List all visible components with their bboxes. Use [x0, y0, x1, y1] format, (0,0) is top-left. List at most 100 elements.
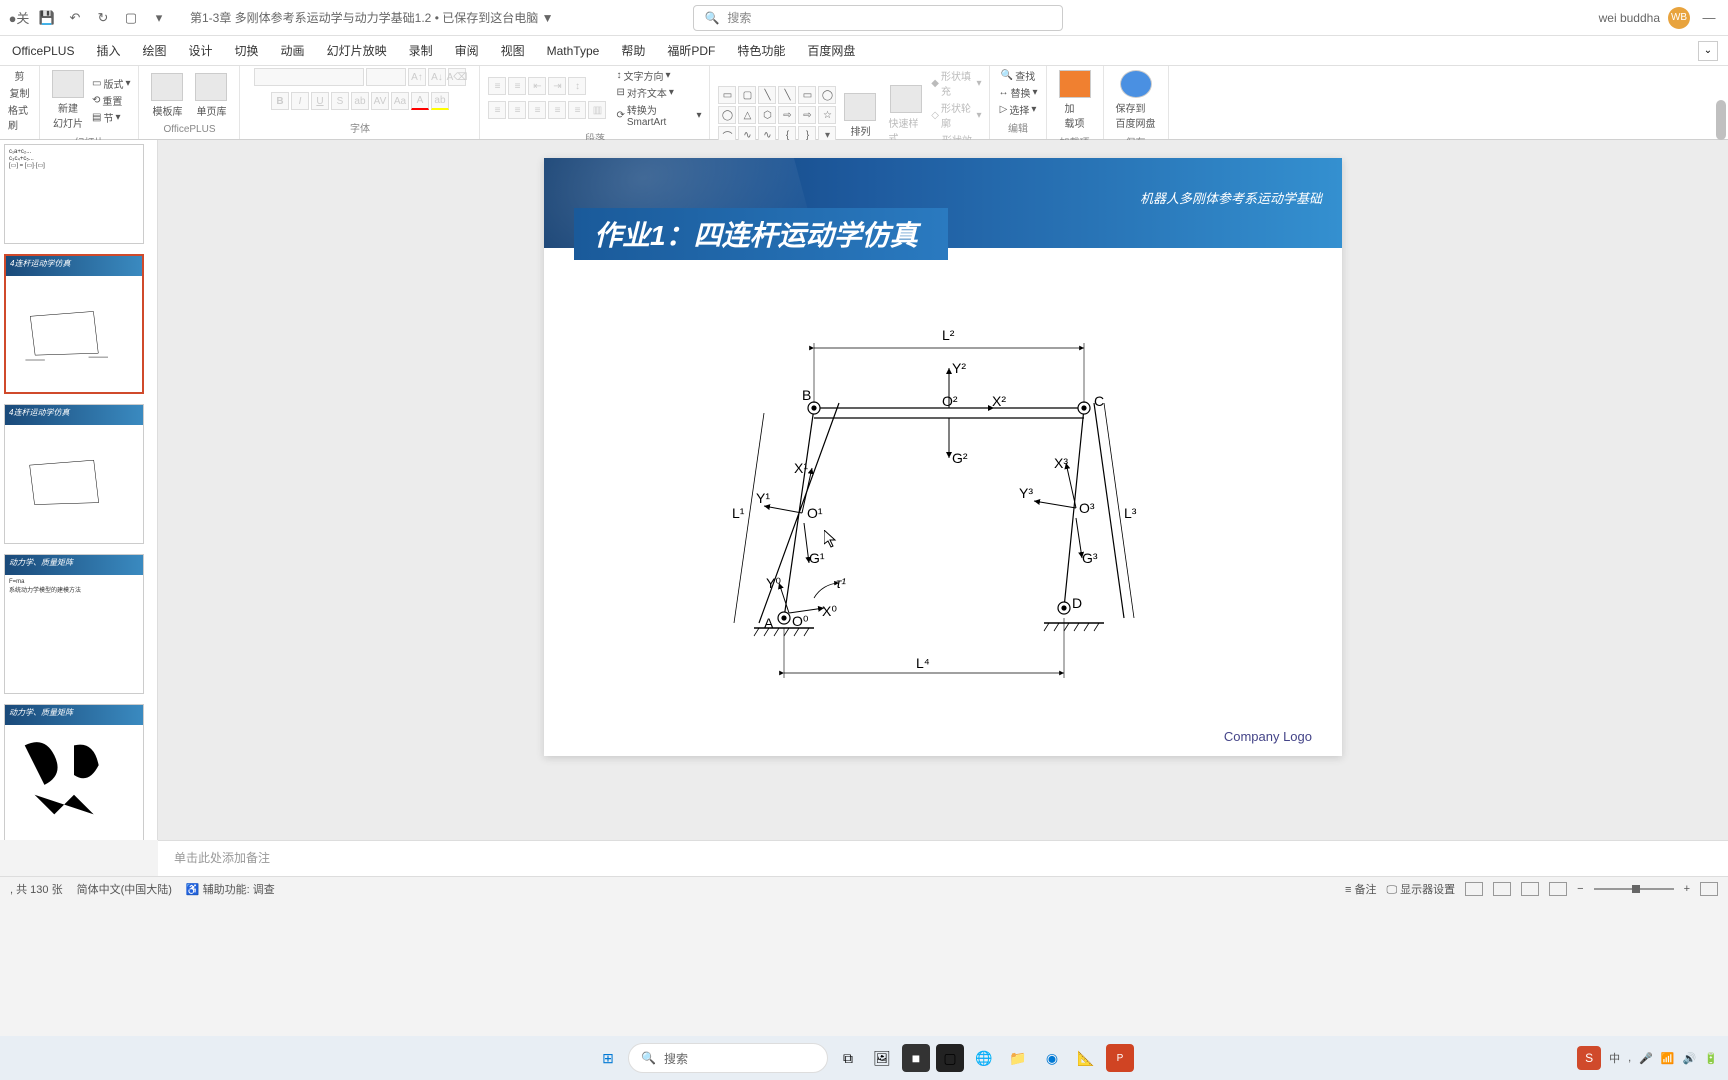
zoom-slider[interactable]	[1594, 888, 1674, 890]
select-button[interactable]: ▷ 选择 ▾	[1000, 102, 1037, 117]
tab-baidu[interactable]: 百度网盘	[805, 38, 857, 63]
cut-button[interactable]: 剪	[15, 68, 25, 83]
ribbon-collapse-button[interactable]: ⌄	[1698, 41, 1718, 61]
taskbar-app-2[interactable]: ■	[902, 1044, 930, 1072]
font-family-select[interactable]	[254, 68, 364, 86]
single-page-button[interactable]: 单页库	[191, 71, 231, 120]
user-avatar[interactable]: WB	[1668, 7, 1690, 29]
taskbar-app-5[interactable]: 📁	[1004, 1044, 1032, 1072]
template-lib-button[interactable]: 模板库	[147, 71, 187, 120]
autosave-toggle[interactable]: ●关	[8, 7, 30, 29]
accessibility-status[interactable]: ♿ 辅助功能: 调查	[186, 881, 275, 897]
format-painter-button[interactable]: 格式刷	[8, 102, 31, 132]
text-direction-button[interactable]: ↕ 文字方向 ▾	[616, 68, 701, 83]
layout-button[interactable]: ▭ 版式 ▾	[92, 76, 130, 91]
tab-transitions[interactable]: 切换	[233, 38, 261, 63]
taskbar-app-matlab[interactable]: 📐	[1072, 1044, 1100, 1072]
tab-review[interactable]: 审阅	[453, 38, 481, 63]
reset-button[interactable]: ⟲ 重置	[92, 93, 130, 108]
qat-more-icon[interactable]: ▾	[148, 7, 170, 29]
bullets-button[interactable]: ≡	[488, 77, 506, 95]
thumbnail-slide[interactable]: 4连杆运动学仿真	[4, 404, 144, 544]
display-settings-button[interactable]: 🖵 显示器设置	[1386, 881, 1455, 897]
slideshow-icon[interactable]: ▢	[120, 7, 142, 29]
taskbar-app-3[interactable]: ▢	[936, 1044, 964, 1072]
taskbar-app-powerpoint[interactable]: P	[1106, 1044, 1134, 1072]
sorter-view-button[interactable]	[1493, 882, 1511, 896]
tray-battery-icon[interactable]: 🔋	[1704, 1052, 1718, 1065]
align-center-button[interactable]: ≡	[508, 101, 526, 119]
save-baidu-button[interactable]: 保存到 百度网盘	[1112, 68, 1160, 132]
thumbnail-slide[interactable]: 动力学、质量矩阵	[4, 704, 144, 840]
find-button[interactable]: 🔍 查找	[1001, 68, 1035, 83]
case-button[interactable]: Aa	[391, 92, 409, 110]
italic-button[interactable]: I	[291, 92, 309, 110]
undo-icon[interactable]: ↶	[64, 7, 86, 29]
tray-volume-icon[interactable]: 🔊	[1683, 1052, 1697, 1065]
tab-features[interactable]: 特色功能	[735, 38, 787, 63]
quick-style-button[interactable]: 快速样式	[884, 83, 927, 147]
align-left-button[interactable]: ≡	[488, 101, 506, 119]
slideshow-view-button[interactable]	[1549, 882, 1567, 896]
taskbar-search[interactable]: 🔍 搜索	[628, 1043, 828, 1073]
numbering-button[interactable]: ≡	[508, 77, 526, 95]
distribute-button[interactable]: ≡	[568, 101, 586, 119]
fit-window-button[interactable]	[1700, 882, 1718, 896]
arrange-button[interactable]: 排列	[840, 91, 880, 140]
highlight-button[interactable]: ab	[431, 92, 449, 110]
taskbar-app-1[interactable]: 🖼	[868, 1044, 896, 1072]
align-right-button[interactable]: ≡	[528, 101, 546, 119]
shapes-gallery[interactable]: ▭▢╲╲▭◯ ◯△⬡⇨⇨☆ ⌒∿∿{}▾	[718, 86, 836, 144]
tab-help[interactable]: 帮助	[619, 38, 647, 63]
task-view-button[interactable]: ⧉	[834, 1044, 862, 1072]
increase-font-button[interactable]: A↑	[408, 68, 426, 86]
thumbnail-slide[interactable]: c₁a+c₂...c₃c₄+c₅...[▭] = [▭]·[▭]	[4, 144, 144, 244]
user-name[interactable]: wei buddha	[1599, 11, 1660, 25]
smartart-button[interactable]: ⟳ 转换为 SmartArt ▾	[616, 102, 701, 128]
tray-wifi-icon[interactable]: 📶	[1661, 1052, 1675, 1065]
replace-button[interactable]: ↔ 替换 ▾	[998, 85, 1037, 100]
spacing-button[interactable]: AV	[371, 92, 389, 110]
ime-mode[interactable]: 中	[1609, 1050, 1620, 1066]
tab-design[interactable]: 设计	[187, 38, 215, 63]
redo-icon[interactable]: ↻	[92, 7, 114, 29]
search-input[interactable]: 🔍 搜索	[693, 5, 1063, 31]
normal-view-button[interactable]	[1465, 882, 1483, 896]
indent-inc-button[interactable]: ⇥	[548, 77, 566, 95]
notes-pane[interactable]: 单击此处添加备注	[158, 840, 1728, 876]
notes-toggle[interactable]: ≡ 备注	[1345, 881, 1376, 897]
tab-insert[interactable]: 插入	[94, 38, 122, 63]
taskbar-app-6[interactable]: ◉	[1038, 1044, 1066, 1072]
line-spacing-button[interactable]: ↕	[568, 77, 586, 95]
taskbar-app-4[interactable]: 🌐	[970, 1044, 998, 1072]
tab-foxitpdf[interactable]: 福昕PDF	[665, 38, 717, 63]
start-button[interactable]: ⊞	[594, 1044, 622, 1072]
tab-draw[interactable]: 绘图	[141, 38, 169, 63]
columns-button[interactable]: ▥	[588, 101, 606, 119]
shape-fill-button[interactable]: ◆ 形状填充 ▾	[931, 68, 981, 98]
slide-count[interactable]: , 共 130 张	[10, 881, 63, 897]
strike-button[interactable]: S	[331, 92, 349, 110]
tab-view[interactable]: 视图	[499, 38, 527, 63]
align-text-button[interactable]: ⊟ 对齐文本 ▾	[616, 85, 701, 100]
ime-indicator[interactable]: S	[1577, 1046, 1601, 1070]
font-color-button[interactable]: A	[411, 92, 429, 110]
zoom-out-button[interactable]: −	[1577, 883, 1583, 895]
tab-slideshow[interactable]: 幻灯片放映	[325, 38, 389, 63]
section-button[interactable]: ▤ 节 ▾	[92, 110, 130, 125]
shape-outline-button[interactable]: ◇ 形状轮廓 ▾	[931, 100, 981, 130]
tray-mic-icon[interactable]: 🎤	[1639, 1052, 1653, 1065]
shadow-button[interactable]: ab	[351, 92, 369, 110]
new-slide-button[interactable]: 新建 幻灯片	[48, 68, 88, 132]
document-title[interactable]: 第1-3章 多刚体参考系运动学与动力学基础1.2 • 已保存到这台电脑 ▼	[190, 9, 553, 26]
language-status[interactable]: 简体中文(中国大陆)	[77, 881, 172, 897]
save-icon[interactable]: 💾	[36, 7, 58, 29]
tab-mathtype[interactable]: MathType	[545, 40, 602, 62]
slide-editor-area[interactable]: 机器人多刚体参考系运动学基础 作业1：四连杆运动学仿真	[158, 140, 1728, 840]
tab-record[interactable]: 录制	[407, 38, 435, 63]
thumbnail-slide-selected[interactable]: 4连杆运动学仿真	[4, 254, 144, 394]
zoom-in-button[interactable]: +	[1684, 883, 1690, 895]
current-slide[interactable]: 机器人多刚体参考系运动学基础 作业1：四连杆运动学仿真	[544, 158, 1342, 756]
thumbnail-slide[interactable]: 动力学、质量矩阵 F=ma系统动力学模型的建模方法	[4, 554, 144, 694]
copy-button[interactable]: 复制	[10, 85, 30, 100]
